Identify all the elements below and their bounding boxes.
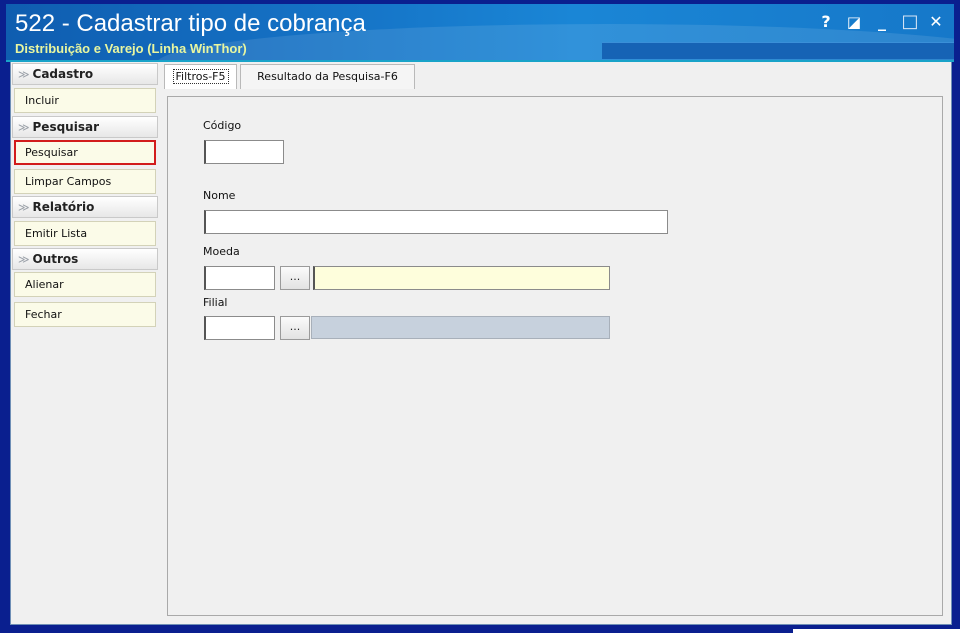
moeda-description-field [313,266,610,290]
sidebar-group-pesquisar[interactable]: ≫ Pesquisar [12,116,158,138]
close-icon[interactable]: ✕ [926,12,946,32]
limpar-campos-button[interactable]: Limpar Campos [14,169,156,194]
moeda-lookup-button[interactable]: ... [280,266,310,290]
group-label: Pesquisar [32,120,99,134]
moeda-code-field[interactable] [204,266,275,290]
restore-icon[interactable]: ◪ [844,12,864,32]
group-label: Outros [32,252,79,266]
moeda-label: Moeda [203,245,240,258]
filial-label: Filial [203,296,228,309]
sidebar: ≫ Cadastro Incluir ≫ Pesquisar Pesquisar L… [12,62,158,332]
group-label: Cadastro [32,67,94,81]
tab-resultado-pesquisa[interactable]: Resultado da Pesquisa-F6 [240,64,415,89]
group-label: Relatório [32,200,95,214]
alienar-button[interactable]: Alienar [14,272,156,297]
codigo-field[interactable] [204,140,284,164]
minimize-icon[interactable]: _ [872,12,892,32]
tab-label: Filtros-F5 [172,69,229,84]
chevron-down-icon: ≫ [18,253,30,266]
chevron-down-icon: ≫ [18,121,30,134]
sidebar-group-cadastro[interactable]: ≫ Cadastro [12,63,158,85]
nome-label: Nome [203,189,236,202]
filial-description-field [311,316,610,339]
taskbar-gap [793,629,960,633]
tab-label: Resultado da Pesquisa-F6 [257,70,398,83]
sidebar-group-outros[interactable]: ≫ Outros [12,248,158,270]
title-bar: 522 - Cadastrar tipo de cobrança Distrib… [6,4,954,60]
maximize-icon[interactable]: □ [900,12,920,32]
chevron-down-icon: ≫ [18,201,30,214]
filial-code-field[interactable] [204,316,275,340]
filial-lookup-button[interactable]: ... [280,316,310,340]
sidebar-group-relatorio[interactable]: ≫ Relatório [12,196,158,218]
chevron-down-icon: ≫ [18,68,30,81]
title-bar-stripe [602,42,954,59]
help-icon[interactable]: ? [816,12,836,32]
pesquisar-button[interactable]: Pesquisar [14,140,156,165]
window-subtitle: Distribuição e Varejo (Linha WinThor) [15,41,247,56]
tab-filtros[interactable]: Filtros-F5 [164,64,237,89]
nome-field[interactable] [204,210,668,234]
fechar-button[interactable]: Fechar [14,302,156,327]
incluir-button[interactable]: Incluir [14,88,156,113]
window-title: 522 - Cadastrar tipo de cobrança [15,10,366,37]
filter-panel [167,96,943,616]
codigo-label: Código [203,119,242,132]
emitir-lista-button[interactable]: Emitir Lista [14,221,156,246]
